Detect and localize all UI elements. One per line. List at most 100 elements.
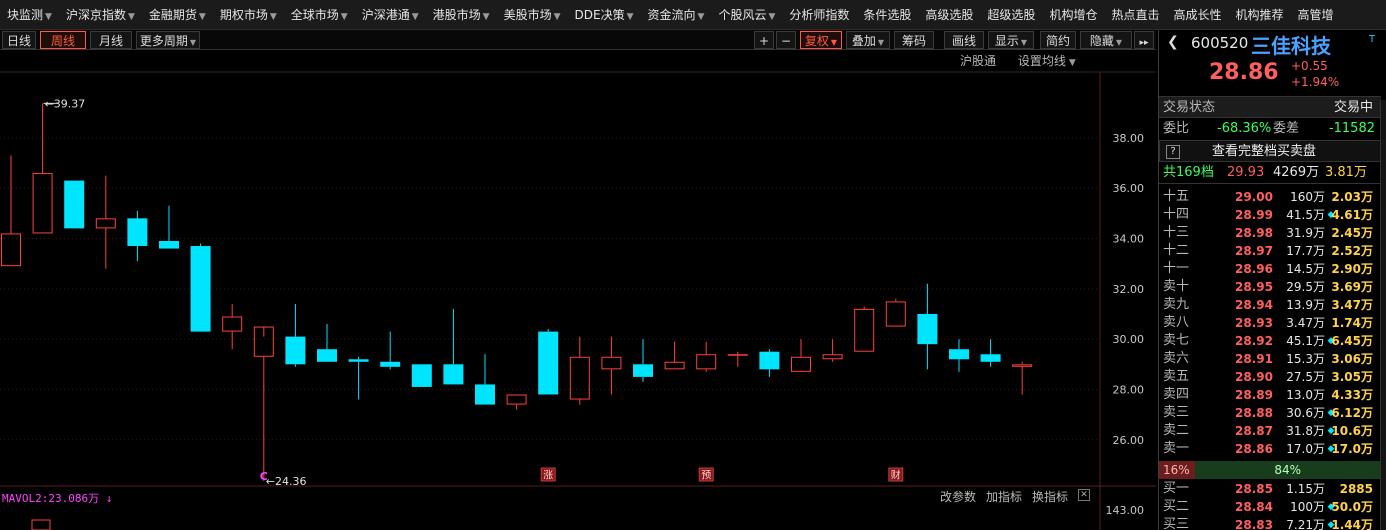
menu-item[interactable]: 热点直击 bbox=[1104, 0, 1166, 29]
candle-body bbox=[475, 384, 495, 405]
order-book-row[interactable]: 卖二 28.87 31.8万 ◆ 10.6万 bbox=[1159, 422, 1381, 440]
level-volume: 3.47万 bbox=[1286, 316, 1325, 330]
total-volume: 3.81万 bbox=[1325, 165, 1367, 180]
level-label: 十五 bbox=[1163, 189, 1190, 204]
chips-button[interactable]: 筹码 bbox=[894, 31, 934, 49]
chart-toolbar: 日线 周线 月线 更多周期 ▼ + − 复权 ▼ 叠加 ▼ 筹码 画线 显示 ▼ 简约 … bbox=[0, 30, 1156, 50]
order-book-row[interactable]: 买三 28.83 7.21万 ◆ 1.44万 bbox=[1159, 516, 1381, 530]
order-book-row[interactable]: 十三 28.98 31.9万 2.45万 bbox=[1159, 224, 1381, 242]
menu-item[interactable]: 资金流向 ▼ bbox=[641, 0, 712, 29]
level-volume: 17.7万 bbox=[1286, 244, 1325, 258]
mavol-label: MAVOL2:23.086万 ↓ bbox=[2, 492, 113, 505]
overlay-dropdown[interactable]: 叠加 ▼ bbox=[846, 31, 890, 49]
menu-item[interactable]: 港股市场 ▼ bbox=[426, 0, 497, 29]
menu-item[interactable]: 美股市场 ▼ bbox=[497, 0, 568, 29]
monthly-button[interactable]: 月线 bbox=[90, 31, 132, 49]
event-marker-label: 财 bbox=[891, 469, 901, 482]
expand-icon[interactable]: ▸▸ bbox=[1134, 31, 1154, 49]
t-badge-icon: T bbox=[1369, 34, 1376, 45]
adjust-dropdown[interactable]: 复权 ▼ bbox=[800, 31, 842, 49]
order-book-row[interactable]: 十一 28.96 14.5万 2.90万 bbox=[1159, 260, 1381, 278]
level-price: 28.96 bbox=[1235, 262, 1273, 276]
menu-item[interactable]: 高成长性 bbox=[1166, 0, 1228, 29]
chevron-down-icon: ▼ bbox=[697, 11, 705, 22]
menu-item[interactable]: 期权市场 ▼ bbox=[213, 0, 284, 29]
back-icon[interactable]: ❮ bbox=[1167, 34, 1179, 50]
order-book-row[interactable]: 卖三 28.88 30.6万 ◆ 6.12万 bbox=[1159, 404, 1381, 422]
side-tab-strip[interactable] bbox=[1380, 100, 1386, 530]
menu-item[interactable]: 全球市场 ▼ bbox=[284, 0, 355, 29]
level-price: 28.92 bbox=[1235, 334, 1273, 348]
draw-line-button[interactable]: 画线 bbox=[944, 31, 984, 49]
order-book-row[interactable]: 买一 28.85 1.15万 2885 bbox=[1159, 480, 1381, 498]
menu-item[interactable]: 条件选股 bbox=[856, 0, 918, 29]
order-book-row[interactable]: 卖一 28.86 17.0万 ◆ 17.0万 bbox=[1159, 440, 1381, 458]
order-book-row[interactable]: 卖五 28.90 27.5万 3.05万 bbox=[1159, 368, 1381, 386]
menu-item-label: 美股市场 bbox=[503, 7, 552, 22]
menu-item[interactable]: 机构增仓 bbox=[1042, 0, 1104, 29]
candle-body bbox=[569, 356, 590, 400]
draw-label: 画线 bbox=[951, 34, 976, 48]
menu-item[interactable]: 沪深港通 ▼ bbox=[355, 0, 426, 29]
sell-ratio: 16% bbox=[1159, 461, 1195, 479]
order-book-row[interactable]: 卖八 28.93 3.47万 1.74万 bbox=[1159, 314, 1381, 332]
candle-body bbox=[127, 218, 148, 247]
order-book-row[interactable]: 卖十 28.95 29.5万 3.69万 bbox=[1159, 278, 1381, 296]
menu-item[interactable]: DDE决策 ▼ bbox=[568, 0, 641, 29]
menu-item[interactable]: 金融期货 ▼ bbox=[142, 0, 213, 29]
level-price: 28.86 bbox=[1235, 442, 1273, 456]
candlestick-chart[interactable]: 38.00 36.00 34.00 32.00 30.00 28.00 26.00 ←39.3… bbox=[0, 50, 1156, 530]
hide-label: 隐藏 bbox=[1089, 34, 1114, 48]
level-volume: 31.9万 bbox=[1286, 226, 1325, 240]
level-label: 买三 bbox=[1163, 517, 1190, 530]
order-book-row[interactable]: 买二 28.84 100万 ◆ 50.0万 bbox=[1159, 498, 1381, 516]
menu-item[interactable]: 高管增 bbox=[1291, 0, 1341, 29]
weekly-button[interactable]: 周线 bbox=[40, 31, 86, 49]
level-label: 十三 bbox=[1163, 225, 1190, 240]
level-sum: 6.12万 bbox=[1331, 406, 1373, 420]
chevron-down-icon: ▼ bbox=[768, 11, 776, 22]
level-label: 卖五 bbox=[1163, 369, 1190, 384]
level-label: 十四 bbox=[1163, 207, 1190, 222]
level-sum: 3.47万 bbox=[1331, 298, 1373, 312]
order-book-row[interactable]: 十四 28.99 41.5万 ◆ 4.61万 bbox=[1159, 206, 1381, 224]
full-book-button[interactable]: ? 查看完整档买卖盘 bbox=[1159, 140, 1381, 162]
more-period-dropdown[interactable]: 更多周期 ▼ bbox=[136, 31, 200, 49]
menu-item[interactable]: 机构推荐 bbox=[1228, 0, 1290, 29]
order-book-row[interactable]: 十五 29.00 160万 2.03万 bbox=[1159, 188, 1381, 206]
stock-name[interactable]: 三佳科技 bbox=[1251, 30, 1331, 59]
stock-header: ❮ 600520 三佳科技 T 28.86 +0.55 +1.94% bbox=[1159, 30, 1381, 96]
add-indicator-button[interactable]: 加指标 bbox=[986, 488, 1022, 505]
order-book-row[interactable]: 卖七 28.92 45.1万 ◆ 6.45万 bbox=[1159, 332, 1381, 350]
order-book-row[interactable]: 卖六 28.91 15.3万 3.06万 bbox=[1159, 350, 1381, 368]
total-price: 29.93 bbox=[1227, 165, 1265, 180]
price-tick-label: 26.00 bbox=[1113, 434, 1145, 447]
hide-button[interactable]: 隐藏 ▼ bbox=[1080, 31, 1132, 49]
order-book-row[interactable]: 十二 28.97 17.7万 2.52万 bbox=[1159, 242, 1381, 260]
stock-code: 600520 bbox=[1191, 34, 1249, 52]
close-icon[interactable]: ✕ bbox=[1078, 489, 1090, 501]
menu-item[interactable]: 沪深京指数 ▼ bbox=[59, 0, 142, 29]
order-book-row[interactable]: 卖四 28.89 13.0万 4.33万 bbox=[1159, 386, 1381, 404]
chevron-down-icon: ▼ bbox=[198, 11, 206, 22]
menu-item[interactable]: 分析师指数 bbox=[782, 0, 856, 29]
menu-item[interactable]: 超级选股 bbox=[980, 0, 1042, 29]
menu-item-label: 个股风云 bbox=[718, 7, 767, 22]
display-dropdown[interactable]: 显示 ▼ bbox=[988, 31, 1034, 49]
chevron-down-icon: ▼ bbox=[553, 11, 561, 22]
event-marker-label: 涨 bbox=[543, 470, 553, 482]
simple-mode-button[interactable]: 简约 bbox=[1040, 31, 1076, 49]
menu-item[interactable]: 个股风云 ▼ bbox=[711, 0, 782, 29]
menu-item[interactable]: 高级选股 bbox=[918, 0, 980, 29]
daily-button[interactable]: 日线 bbox=[2, 31, 36, 49]
order-book-row[interactable]: 卖九 28.94 13.9万 3.47万 bbox=[1159, 296, 1381, 314]
weekly-label: 周线 bbox=[50, 34, 75, 48]
change-params-button[interactable]: 改参数 bbox=[940, 488, 976, 505]
candle-body bbox=[822, 354, 843, 360]
zoom-in-button[interactable]: + bbox=[754, 31, 774, 49]
level-volume: 14.5万 bbox=[1286, 262, 1325, 276]
switch-indicator-button[interactable]: 换指标 bbox=[1032, 488, 1068, 505]
buy-ratio: 84% bbox=[1194, 461, 1381, 479]
zoom-out-button[interactable]: − bbox=[776, 31, 796, 49]
menu-item[interactable]: 块监测 ▼ bbox=[0, 0, 59, 29]
